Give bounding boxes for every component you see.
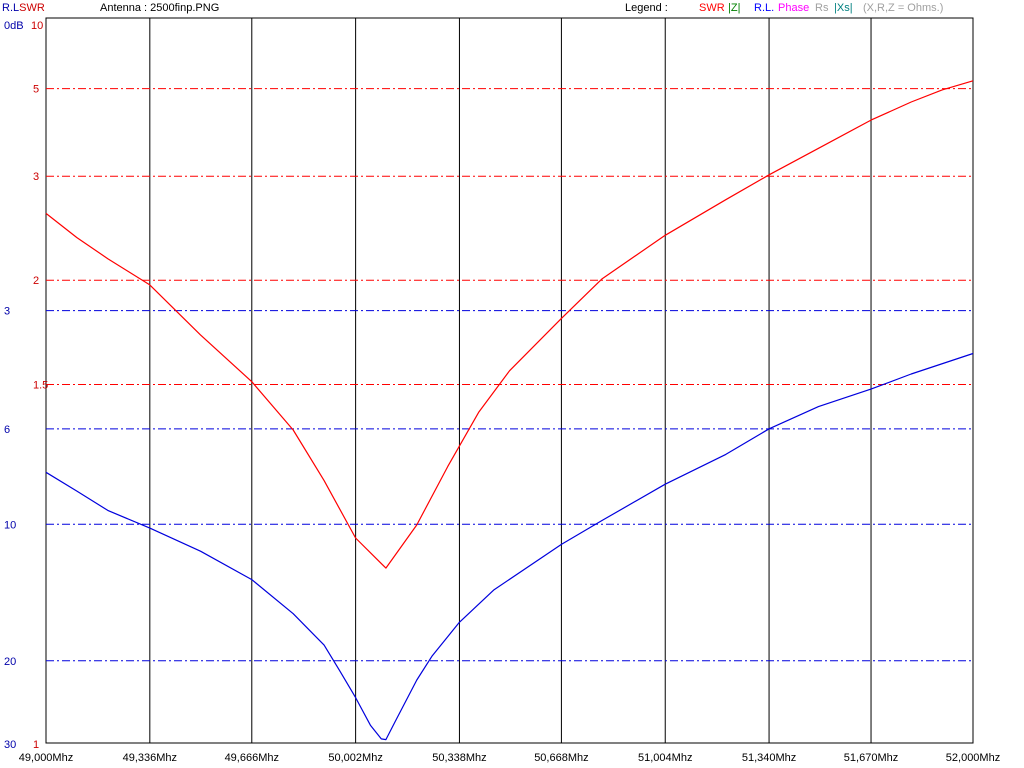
swr-tick-label: 1 [33, 739, 39, 751]
chart-canvas: 49,000Mhz 49,336Mhz 49,666Mhz 50,002Mhz 50,3… [4, 17, 1000, 764]
rl-tick-label: 6 [4, 424, 10, 436]
x-tick-label: 49,666Mhz [225, 752, 279, 764]
rl-tick-label: 0dB [4, 20, 24, 32]
swr-tick-label: 5 [33, 84, 39, 96]
x-tick-label: 51,670Mhz [844, 752, 898, 764]
rl-tick-label: 10 [4, 519, 16, 531]
x-tick-label: 51,004Mhz [638, 752, 692, 764]
swr-tick-label: 1.5 [33, 380, 48, 392]
rl-tick-label: 30 [4, 739, 16, 751]
rl-tick-label: 20 [4, 656, 16, 668]
x-tick-label: 49,000Mhz [19, 752, 73, 764]
x-tick-label: 50,338Mhz [432, 752, 486, 764]
x-tick-label: 50,668Mhz [534, 752, 588, 764]
x-tick-label: 49,336Mhz [123, 752, 177, 764]
rl-series-line [45, 352, 974, 741]
analyzer-plot-screen: R.LSWR Antenna : 2500finp.PNG Legend : S… [0, 0, 1024, 768]
swr-series-line [45, 80, 974, 569]
swr-tick-label: 3 [33, 171, 39, 183]
x-tick-label: 52,000Mhz [946, 752, 1000, 764]
swr-tick-label: 10 [31, 20, 43, 32]
rl-tick-label: 3 [4, 306, 10, 318]
x-tick-label: 51,340Mhz [742, 752, 796, 764]
plot-frame [45, 17, 974, 744]
x-tick-label: 50,002Mhz [328, 752, 382, 764]
swr-tick-label: 2 [33, 275, 39, 287]
